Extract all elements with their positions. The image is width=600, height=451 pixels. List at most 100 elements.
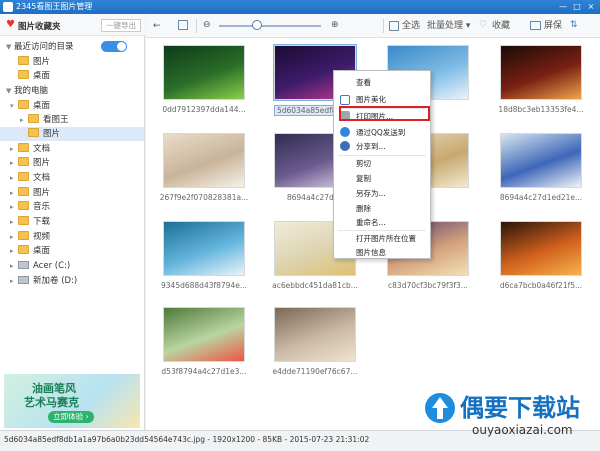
ad-button[interactable]: 立即体验 › bbox=[48, 411, 94, 423]
select-all-button[interactable]: 全选 bbox=[402, 20, 420, 32]
menu-item-cut[interactable]: 剪切 bbox=[356, 157, 371, 170]
drive-icon bbox=[18, 261, 29, 269]
ad-banner[interactable]: 油画笔风 艺术马赛克 立即体验 › bbox=[4, 374, 140, 428]
menu-separator bbox=[338, 155, 426, 156]
recent-header[interactable]: ▼ 最近访问的目录 bbox=[6, 40, 74, 54]
back-icon[interactable]: ← bbox=[153, 20, 161, 32]
folder-icon bbox=[18, 172, 29, 181]
menu-item-rename[interactable]: 重命名... bbox=[356, 216, 386, 229]
zoom-in-icon[interactable]: ⊕ bbox=[331, 19, 339, 31]
tree-item[interactable]: ▸ 新加卷 (D:) bbox=[10, 274, 77, 288]
tree-item[interactable]: ▸ 看图王 bbox=[20, 113, 69, 127]
menu-item-save-as[interactable]: 另存为... bbox=[356, 187, 386, 200]
maximize-button[interactable]: □ bbox=[570, 0, 584, 14]
tree-item-selected[interactable]: 图片 bbox=[0, 127, 144, 141]
folder-icon bbox=[18, 100, 29, 109]
sidebar: ♥ 图片收藏夹 一键导出 ▼ 最近访问的目录 图片 桌面 ▼ 我的电脑 ▾ 桌面 ▸ 看… bbox=[0, 14, 145, 430]
thumbnail-image[interactable] bbox=[500, 45, 582, 100]
up-folder-icon[interactable] bbox=[178, 20, 188, 30]
thumbnail-caption: 267f9e2f070828381a... bbox=[159, 193, 249, 202]
divider bbox=[383, 19, 384, 33]
thumbnail-image[interactable] bbox=[274, 307, 356, 362]
menu-item-copy[interactable]: 复制 bbox=[356, 172, 371, 185]
folder-icon bbox=[18, 216, 29, 225]
recent-item-label: 桌面 bbox=[33, 71, 51, 81]
tree-item[interactable]: ▸ 图片 bbox=[10, 156, 50, 170]
tree-item[interactable]: ▸ 图片 bbox=[10, 186, 50, 200]
thumbnail-caption: 9345d688d43f8794e... bbox=[161, 281, 247, 290]
menu-item-send-qq[interactable]: 通过QQ发送到 bbox=[356, 126, 405, 139]
tree-item[interactable]: ▸ 文档 bbox=[10, 142, 50, 156]
tree-item[interactable]: ▸ 视频 bbox=[10, 230, 50, 244]
zoom-slider-handle[interactable] bbox=[252, 20, 262, 30]
export-button[interactable]: 一键导出 bbox=[101, 19, 141, 32]
folder-icon bbox=[28, 114, 39, 123]
zoom-slider[interactable] bbox=[219, 25, 321, 27]
app-logo-icon bbox=[3, 2, 13, 12]
tree-label: 文档 bbox=[33, 144, 51, 154]
context-menu: 查看 图片美化 打印图片... 通过QQ发送到 分享到... 剪切 复制 另存为… bbox=[333, 70, 431, 259]
thumbnail-image[interactable] bbox=[163, 221, 245, 276]
thumbnail-caption: e4dde71190ef76c67... bbox=[272, 367, 358, 376]
tree-label: Acer (C:) bbox=[33, 261, 71, 271]
collapse-icon: ▼ bbox=[6, 43, 12, 51]
checkbox-icon[interactable] bbox=[389, 21, 399, 31]
computer-header[interactable]: ▼ 我的电脑 bbox=[6, 84, 48, 98]
drive-icon bbox=[18, 276, 29, 284]
minimize-button[interactable]: — bbox=[556, 0, 570, 14]
highlight-box bbox=[339, 106, 430, 121]
thumbnail-image[interactable] bbox=[500, 133, 582, 188]
thumbnail-caption: ac6ebbdc451da81cb... bbox=[272, 281, 358, 290]
recent-toggle[interactable] bbox=[101, 41, 127, 52]
status-text: 5d6034a85edf8db1a1a97b6a0b23dd54564e743c… bbox=[4, 435, 370, 444]
thumbnail-caption: 8694a4c27d1ed21e... bbox=[499, 193, 583, 202]
thumbnail-image[interactable] bbox=[163, 45, 245, 100]
tree-item[interactable]: ▸ 文档 bbox=[10, 171, 50, 185]
thumbnail-caption: d6ca7bcb0a46f21f5... bbox=[499, 281, 583, 290]
tree-label: 桌面 bbox=[33, 101, 51, 111]
recent-item[interactable]: 桌面 bbox=[18, 69, 50, 83]
screensaver-button[interactable]: 屏保 bbox=[544, 20, 562, 32]
recent-label: 最近访问的目录 bbox=[14, 42, 74, 52]
menu-item-view[interactable]: 查看 bbox=[356, 76, 371, 89]
menu-item-image-info[interactable]: 图片信息 bbox=[356, 246, 386, 259]
zoom-out-icon[interactable]: ⊖ bbox=[203, 19, 211, 31]
tree-label: 图片 bbox=[43, 129, 61, 139]
favorite-button[interactable]: 收藏 bbox=[492, 20, 510, 32]
tree-label: 音乐 bbox=[33, 202, 51, 212]
thumbnail-image[interactable] bbox=[163, 307, 245, 362]
menu-item-open-location[interactable]: 打开图片所在位置 bbox=[356, 232, 416, 245]
thumbnail-image[interactable] bbox=[500, 221, 582, 276]
folder-icon bbox=[18, 143, 29, 152]
folder-icon bbox=[18, 56, 29, 65]
folder-icon bbox=[18, 70, 29, 79]
tree-item[interactable]: ▾ 桌面 bbox=[10, 99, 50, 113]
tree-item[interactable]: ▸ 桌面 bbox=[10, 244, 50, 258]
menu-item-delete[interactable]: 删除 bbox=[356, 202, 371, 215]
heart-icon: ♥ bbox=[6, 19, 15, 30]
heart-outline-icon[interactable]: ♡ bbox=[479, 19, 487, 31]
tree-item[interactable]: ▸ 下载 bbox=[10, 215, 50, 229]
sort-icon[interactable]: ⇅ bbox=[570, 19, 578, 31]
favorites-header: ♥ 图片收藏夹 一键导出 bbox=[0, 14, 145, 36]
qq-icon bbox=[340, 127, 350, 137]
recent-item[interactable]: 图片 bbox=[18, 55, 50, 69]
menu-item-share[interactable]: 分享到... bbox=[356, 140, 386, 153]
ad-line-2: 艺术马赛克 bbox=[24, 396, 79, 409]
tree-label: 文档 bbox=[33, 173, 51, 183]
thumbnail-caption: 0dd7912397dda144... bbox=[162, 105, 246, 114]
batch-process-button[interactable]: 批量处理 ▾ bbox=[427, 20, 470, 32]
thumbnail-caption: 5d6034a85edf8 bbox=[274, 105, 334, 116]
share-icon bbox=[340, 141, 350, 151]
thumbnail-image[interactable] bbox=[163, 133, 245, 188]
title-bar: 2345看图王图片管理 — □ × bbox=[0, 0, 600, 14]
tree-label: 桌面 bbox=[33, 246, 51, 256]
close-button[interactable]: × bbox=[584, 0, 598, 14]
tree-label: 下载 bbox=[33, 217, 51, 227]
tree-label: 图片 bbox=[33, 158, 51, 168]
menu-item-beautify[interactable]: 图片美化 bbox=[356, 93, 386, 106]
tree-item[interactable]: ▸ 音乐 bbox=[10, 200, 50, 214]
monitor-icon[interactable] bbox=[530, 21, 541, 30]
folder-icon bbox=[28, 128, 39, 137]
tree-item[interactable]: ▸ Acer (C:) bbox=[10, 259, 70, 273]
